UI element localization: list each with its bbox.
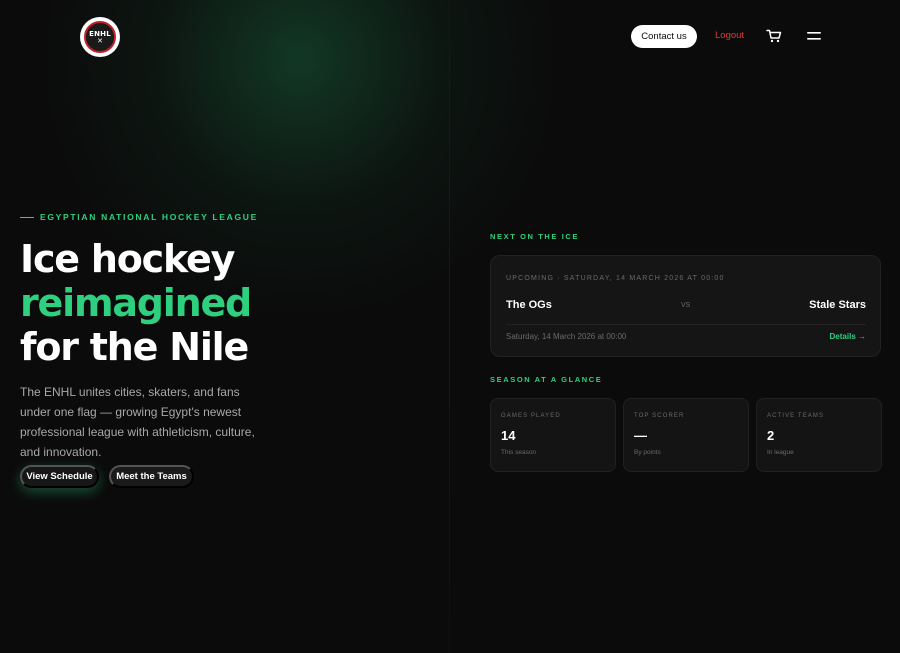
- stat-sub: This season: [501, 449, 537, 456]
- logo-text: ENHL: [89, 29, 111, 38]
- stat-value: 2: [767, 428, 775, 443]
- stat-card-games-played: GAMES PLAYED 14 This season: [490, 398, 616, 472]
- hamburger-menu-icon[interactable]: [807, 30, 821, 42]
- stat-card-top-scorer: TOP SCORER — By points: [623, 398, 749, 472]
- eyebrow-text: EGYPTIAN NATIONAL HOCKEY LEAGUE: [40, 212, 258, 222]
- page: ENHL ✕ Contact us Logout EGYPTIAN NATION…: [0, 0, 900, 653]
- match-date: Saturday, 14 March 2026 at 00:00: [506, 332, 627, 341]
- hero-eyebrow: EGYPTIAN NATIONAL HOCKEY LEAGUE: [20, 212, 258, 222]
- hero-title-line2: reimagined: [20, 281, 252, 325]
- away-team: Stale Stars: [809, 299, 866, 311]
- league-logo[interactable]: ENHL ✕: [80, 17, 120, 57]
- meet-teams-button[interactable]: Meet the Teams: [109, 465, 194, 488]
- cart-icon[interactable]: [766, 28, 782, 44]
- stat-label: GAMES PLAYED: [501, 413, 561, 419]
- season-label: SEASON AT A GLANCE: [490, 375, 603, 384]
- hero-description: The ENHL unites cities, skaters, and fan…: [20, 385, 255, 459]
- next-game-label: NEXT ON THE ICE: [490, 232, 580, 241]
- home-team: The OGs: [506, 299, 552, 311]
- stat-sub: By points: [634, 449, 661, 456]
- logo-badge: ENHL ✕: [84, 21, 116, 53]
- details-link[interactable]: Details →: [830, 332, 866, 341]
- hero-title: Ice hockey reimagined for the Nile: [20, 237, 252, 369]
- stat-value: —: [634, 428, 647, 443]
- stat-label: ACTIVE TEAMS: [767, 413, 825, 419]
- contact-button[interactable]: Contact us: [631, 25, 697, 48]
- hockey-sticks-icon: ✕: [97, 37, 103, 45]
- logout-link[interactable]: Logout: [715, 30, 744, 41]
- vs-label: VS: [681, 302, 691, 309]
- hero-title-line1: Ice hockey: [20, 237, 235, 281]
- stat-label: TOP SCORER: [634, 413, 685, 419]
- stat-value: 14: [501, 428, 516, 443]
- eyebrow-line: [20, 216, 34, 218]
- stat-sub: In league: [767, 449, 794, 456]
- card-divider: [506, 324, 866, 325]
- stat-card-active-teams: ACTIVE TEAMS 2 In league: [756, 398, 882, 472]
- view-schedule-button[interactable]: View Schedule: [20, 465, 99, 488]
- hero-title-line3: for the Nile: [20, 325, 249, 369]
- match-meta: UPCOMING · SATURDAY, 14 MARCH 2026 AT 00…: [506, 275, 725, 282]
- column-divider: [449, 0, 450, 653]
- next-game-card[interactable]: UPCOMING · SATURDAY, 14 MARCH 2026 AT 00…: [490, 255, 881, 357]
